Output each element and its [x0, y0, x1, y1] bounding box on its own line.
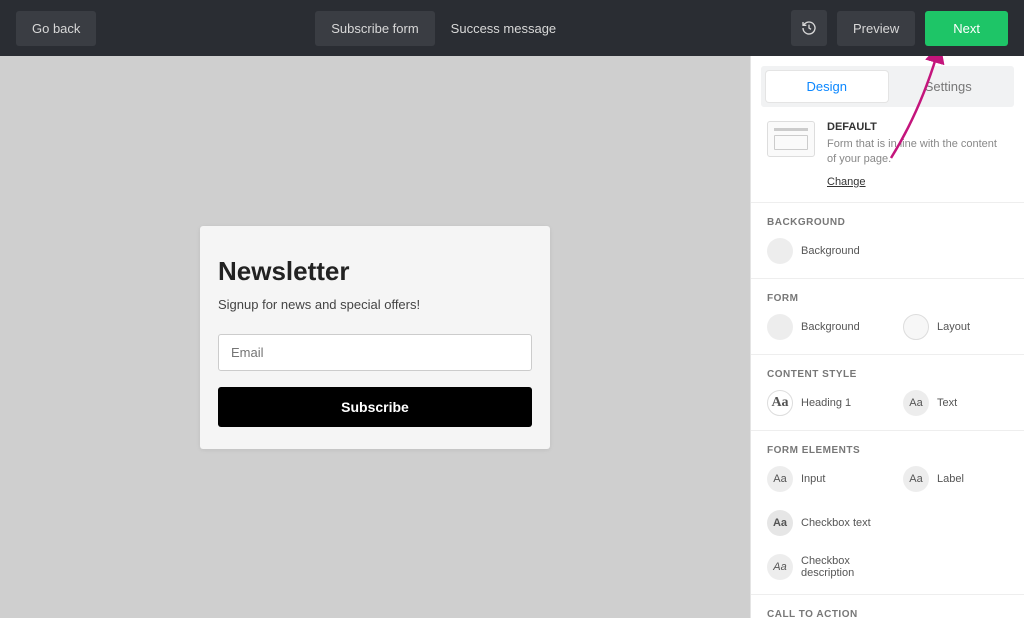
sidebar-tab-design[interactable]: Design [766, 71, 888, 102]
typography-icon: Aa [767, 466, 793, 492]
chip-background[interactable]: Background [767, 238, 867, 264]
tab-subscribe-form[interactable]: Subscribe form [315, 11, 434, 46]
layout-icon [903, 314, 929, 340]
chip-form-background[interactable]: Background [767, 314, 867, 340]
form-title: Newsletter [218, 256, 532, 287]
sidebar-tab-settings[interactable]: Settings [888, 71, 1010, 102]
swatch-icon [767, 314, 793, 340]
newsletter-form-card[interactable]: Newsletter Signup for news and special o… [200, 226, 550, 449]
section-form: FORM Background Layout [751, 279, 1024, 355]
history-icon-button[interactable] [791, 10, 827, 46]
typography-icon: Aa [767, 510, 793, 536]
preview-button[interactable]: Preview [837, 11, 915, 46]
chip-form-layout[interactable]: Layout [903, 314, 1003, 340]
canvas-area: Newsletter Signup for news and special o… [0, 56, 750, 618]
layout-thumbnail [767, 121, 815, 157]
section-title-form-elements: FORM ELEMENTS [767, 445, 1008, 456]
chip-checkbox-description[interactable]: Aa Checkbox description [767, 554, 871, 580]
history-icon [801, 20, 817, 36]
typography-icon: Aa [903, 390, 929, 416]
section-title-cta: CALL TO ACTION [767, 609, 1008, 618]
design-sidebar: Design Settings DEFAULT Form that is in … [750, 56, 1024, 618]
default-description: Form that is in line with the content of… [827, 137, 1008, 168]
tab-success-message[interactable]: Success message [435, 11, 573, 46]
section-background: BACKGROUND Background [751, 203, 1024, 279]
section-title-content-style: CONTENT STYLE [767, 369, 1008, 380]
typography-icon: Aa [767, 390, 793, 416]
typography-icon: Aa [903, 466, 929, 492]
subscribe-button[interactable]: Subscribe [218, 387, 532, 427]
form-subtitle: Signup for news and special offers! [218, 297, 532, 312]
section-title-background: BACKGROUND [767, 217, 1008, 228]
section-content-style: CONTENT STYLE Aa Heading 1 Aa Text [751, 355, 1024, 431]
change-link[interactable]: Change [827, 176, 1008, 188]
chip-heading1[interactable]: Aa Heading 1 [767, 390, 867, 416]
sidebar-tabs: Design Settings [761, 66, 1014, 107]
next-button[interactable]: Next [925, 11, 1008, 46]
section-form-elements: FORM ELEMENTS Aa Input Aa Label Aa Check… [751, 431, 1024, 595]
default-label: DEFAULT [827, 121, 1008, 133]
swatch-icon [767, 238, 793, 264]
chip-input[interactable]: Aa Input [767, 466, 867, 492]
chip-checkbox-text[interactable]: Aa Checkbox text [767, 510, 871, 536]
chip-label[interactable]: Aa Label [903, 466, 1003, 492]
section-title-form: FORM [767, 293, 1008, 304]
go-back-button[interactable]: Go back [16, 11, 96, 46]
section-cta: CALL TO ACTION Aa Button [751, 595, 1024, 618]
chip-text[interactable]: Aa Text [903, 390, 1003, 416]
email-field[interactable] [218, 334, 532, 371]
section-default: DEFAULT Form that is in line with the co… [751, 107, 1024, 203]
top-toolbar: Go back Subscribe form Success message P… [0, 0, 1024, 56]
typography-icon: Aa [767, 554, 793, 580]
